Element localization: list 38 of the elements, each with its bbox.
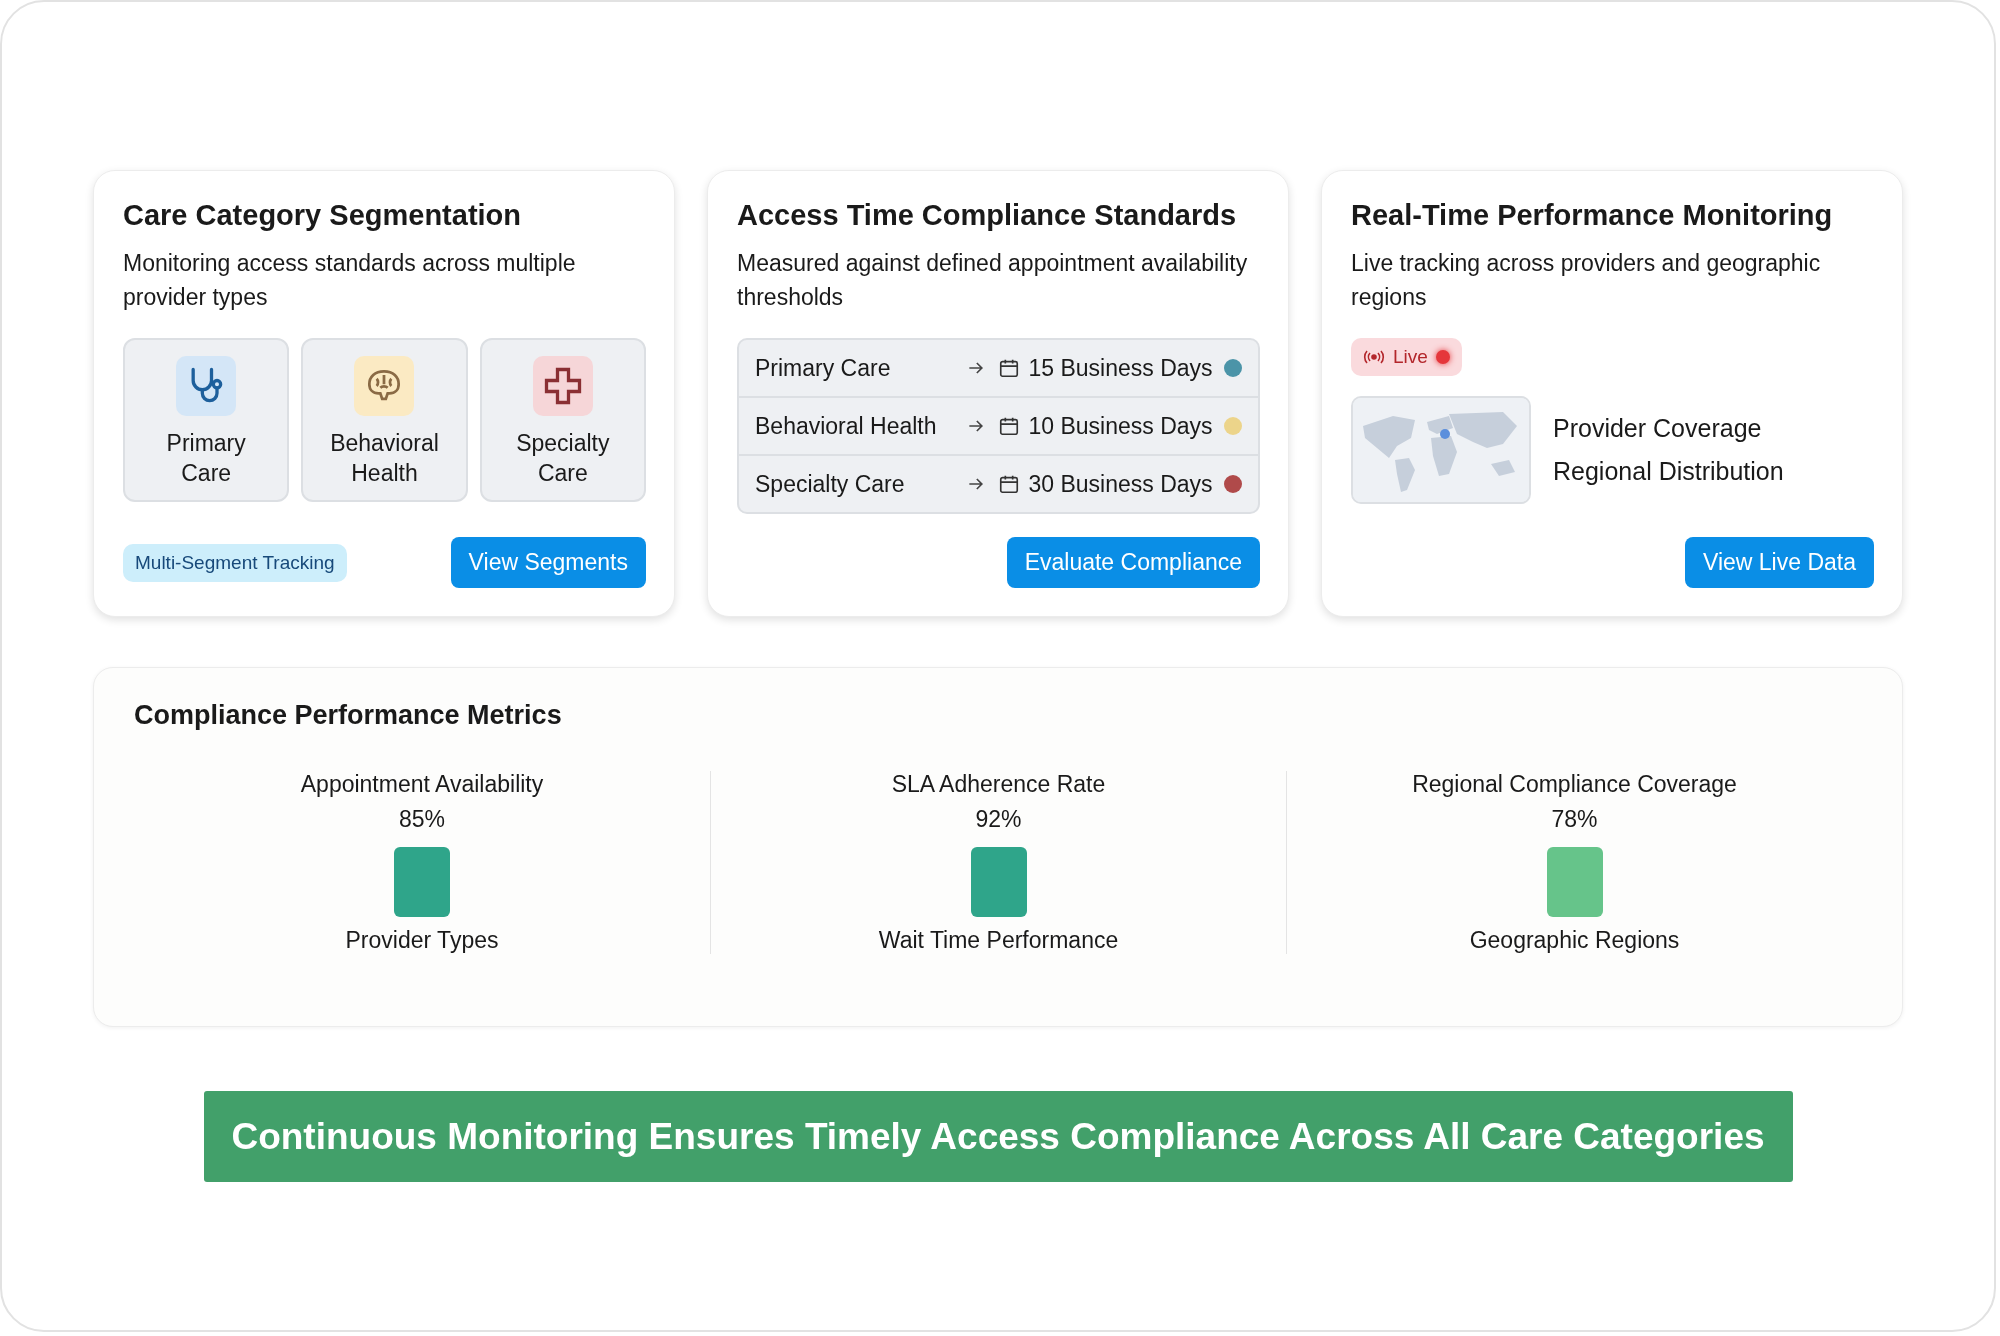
- metric-value: 78%: [1551, 806, 1598, 833]
- segment-label: Specialty Care: [516, 429, 610, 488]
- metric-caption: Wait Time Performance: [878, 927, 1119, 954]
- map-caption: Provider Coverage: [1553, 414, 1763, 443]
- card-title: Care Category Segmentation: [123, 199, 523, 232]
- metric-label: Regional Compliance Coverage: [1412, 771, 1737, 798]
- metric-value: 92%: [975, 806, 1022, 833]
- days-value: 30 Business Days: [1028, 470, 1213, 498]
- category-name: Specialty Care: [755, 470, 906, 498]
- summary-banner: Continuous Monitoring Ensures Timely Access Compliance Across All Care Categories: [203, 1091, 1793, 1182]
- metric-label: Appointment Availability: [300, 771, 544, 798]
- calendar-icon: [998, 357, 1021, 379]
- segment-tile[interactable]: Behavioral Health: [301, 338, 468, 502]
- live-dot: [1435, 350, 1450, 364]
- card-title: Real-Time Performance Monitoring: [1351, 199, 1834, 232]
- metric-caption: Provider Types: [345, 927, 499, 954]
- category-name: Primary Care: [755, 354, 892, 382]
- segment-tile[interactable]: Primary Care: [123, 338, 290, 502]
- card-description: Monitoring access standards across multiple provider types: [123, 249, 577, 312]
- card-description: Measured against defined appointment availability thresholds: [737, 249, 1249, 312]
- segment-tile[interactable]: Specialty Care: [479, 338, 646, 502]
- segment-label: Primary Care: [166, 429, 246, 488]
- calendar-icon: [998, 415, 1021, 437]
- days-value: 15 Business Days: [1028, 354, 1213, 382]
- tracking-tag: Multi-Segment Tracking: [123, 543, 347, 582]
- segment-label: Behavioral Health: [330, 429, 439, 488]
- card-description: Live tracking across providers and geographic regions: [1351, 249, 1822, 312]
- category-name: Behavioral Health: [755, 412, 938, 440]
- metric-label: SLA Adherence Rate: [891, 771, 1106, 798]
- live-badge: Live: [1351, 338, 1462, 376]
- metric-value: 85%: [398, 806, 445, 833]
- broadcast-icon: [1363, 349, 1385, 365]
- map-caption: Regional Distribution: [1553, 457, 1784, 486]
- days-value: 10 Business Days: [1028, 412, 1213, 440]
- calendar-icon: [998, 473, 1021, 495]
- metric-caption: Geographic Regions: [1469, 927, 1680, 954]
- card-title: Access Time Compliance Standards: [737, 199, 1238, 232]
- metrics-title: Compliance Performance Metrics: [134, 700, 563, 731]
